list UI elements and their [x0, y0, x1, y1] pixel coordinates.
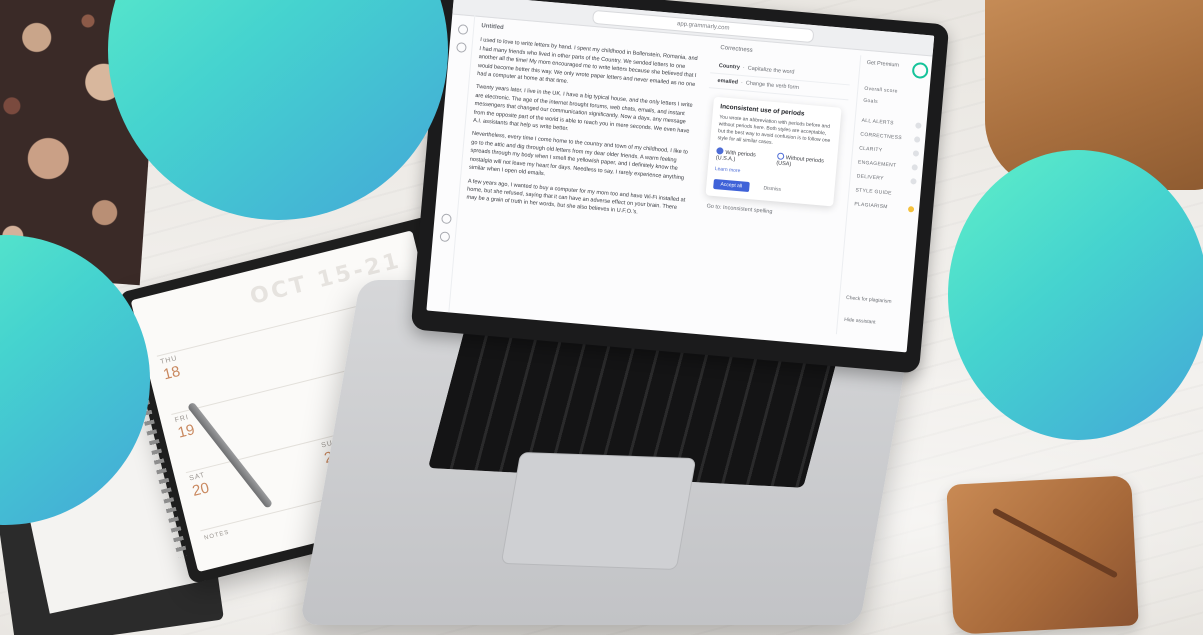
teal-circle-decoration [948, 150, 1203, 440]
card-body: You wrote an abbreviation with periods b… [717, 114, 831, 146]
settings-icon[interactable] [441, 213, 452, 225]
hide-assistant-link[interactable]: Hide assistant [844, 317, 876, 326]
sidebar-item-engagement[interactable]: ENGAGEMENT [858, 159, 897, 168]
panel-footer-link[interactable]: Go to: Inconsistent spelling [706, 203, 838, 220]
alert-count-icon [911, 164, 918, 171]
sidebar-item-all-alerts[interactable]: ALL ALERTS [861, 118, 894, 127]
option-without-periods[interactable]: Without periods (USA) [776, 152, 830, 171]
leather-journal [946, 475, 1139, 635]
option-with-periods[interactable]: With periods (U.S.A.) [716, 147, 768, 165]
warning-dot-icon [907, 206, 915, 213]
suggestion-hint: Capitalize the word [747, 65, 795, 76]
document-editor[interactable]: Untitled I used to love to write letters… [457, 22, 701, 325]
day-number: 18 [161, 362, 182, 384]
right-sidebar: Get Premium Overall score Goals ALL ALER… [835, 55, 934, 341]
goals-label[interactable]: Goals [863, 98, 878, 105]
alert-count-icon [912, 150, 920, 157]
alert-count-icon [915, 122, 922, 129]
suggestion-word: emailed [717, 77, 739, 86]
radio-empty-icon [776, 152, 785, 160]
laptop-trackpad [500, 451, 697, 571]
score-label[interactable]: Overall score [864, 86, 898, 95]
sidebar-item-correctness[interactable]: CORRECTNESS [860, 132, 902, 142]
day-number: 20 [190, 479, 211, 500]
photo-scene: OCT 15-21 THU 18 FRI 19 SAT 20 SUN 21 NO… [0, 0, 1203, 635]
upgrade-link[interactable]: Get Premium [866, 60, 899, 69]
dismiss-button[interactable]: Dismiss [763, 185, 781, 193]
goals-icon[interactable] [456, 42, 467, 53]
score-ring-icon[interactable] [911, 61, 929, 80]
laptop-screen: app.grammarly.com Untitled I used to lov… [426, 0, 935, 353]
help-icon[interactable] [439, 231, 451, 243]
laptop-screen-bezel: app.grammarly.com Untitled I used to lov… [410, 0, 950, 374]
suggestion-hint: Change the verb form [745, 80, 800, 92]
radio-selected-icon [716, 147, 724, 155]
sidebar-item-style-guide[interactable]: STYLE GUIDE [855, 187, 892, 196]
assistant-panel: Correctness Country · Capitalize the wor… [688, 42, 852, 333]
day-number: 19 [176, 421, 197, 442]
alert-count-icon [910, 178, 917, 185]
suggestion-word: Country [718, 62, 741, 71]
sidebar-item-clarity[interactable]: CLARITY [859, 146, 883, 154]
menu-icon[interactable] [457, 24, 469, 35]
suggestion-card: Inconsistent use of periods You wrote an… [705, 96, 842, 207]
sidebar-item-plagiarism[interactable]: PLAGIARISM [854, 201, 888, 210]
sidebar-item-delivery[interactable]: DELIVERY [856, 173, 883, 181]
accept-all-button[interactable]: Accept all [713, 178, 750, 193]
notes-label: NOTES [203, 529, 231, 542]
alert-count-icon [913, 136, 921, 143]
check-plagiarism-link[interactable]: Check for plagiarism [846, 295, 892, 305]
